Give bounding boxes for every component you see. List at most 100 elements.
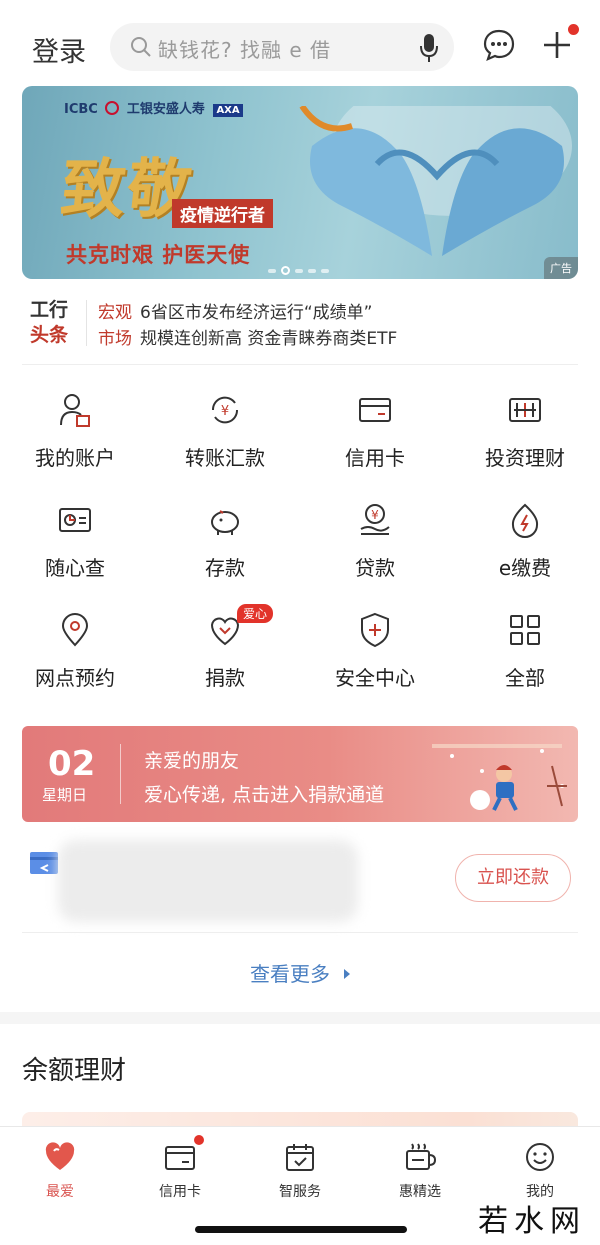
carousel-dot <box>268 268 276 273</box>
grid-item-label: 网点预约 <box>35 666 115 690</box>
calendar-icon <box>286 1144 314 1171</box>
grid-item-label: 安全中心 <box>335 666 415 690</box>
smile-icon <box>526 1143 554 1171</box>
search-placeholder: 缺钱花? 找融 e 借 <box>158 38 331 62</box>
card-icon <box>165 1146 195 1170</box>
grid-item-label: e缴费 <box>498 556 552 580</box>
grid-item-label: 贷款 <box>355 556 395 580</box>
nav-label: 惠精选 <box>399 1184 441 1200</box>
microphone-icon[interactable] <box>418 32 440 64</box>
carousel-dot-active <box>281 266 290 275</box>
charity-subtitle: 爱心传递, 点击进入捐款通道 <box>144 784 385 806</box>
grid-item-donation[interactable]: 爱心 捐款 <box>150 604 300 710</box>
heart-hands-illustration <box>299 106 572 256</box>
grid-item-label: 投资理财 <box>485 446 565 470</box>
grid-item-my-account[interactable]: 我的账户 <box>0 390 150 490</box>
news-brand-line2: 头条 <box>30 324 69 346</box>
view-more-link[interactable]: 查看更多 <box>0 958 600 987</box>
grid-item-label: 信用卡 <box>345 446 405 470</box>
svg-text:¥: ¥ <box>371 508 379 522</box>
carousel-dot <box>321 268 329 273</box>
wealth-card-preview[interactable] <box>22 1112 578 1126</box>
repay-now-button[interactable]: 立即还款 <box>455 854 571 902</box>
icbc-logo-icon <box>105 101 120 115</box>
nav-label: 最爱 <box>46 1184 74 1200</box>
notification-dot <box>568 24 579 35</box>
grid-item-transfer[interactable]: ¥ 转账汇款 <box>150 390 300 490</box>
credit-card-row: 立即还款 <box>0 836 600 928</box>
news-headline: 6省区市发布经济运行“成绩单” <box>140 303 373 323</box>
grid-item-deposit[interactable]: 存款 <box>150 500 300 600</box>
grid-item-label: 转账汇款 <box>185 446 265 470</box>
top-bar: 登录 缺钱花? 找融 e 借 <box>0 18 600 78</box>
view-more-label: 查看更多 <box>250 962 330 986</box>
credit-card-icon <box>359 398 391 422</box>
charity-divider <box>120 744 121 804</box>
carousel-indicator <box>268 260 334 279</box>
grid-item-loan[interactable]: ¥ 贷款 <box>300 500 450 600</box>
charity-card[interactable]: 02 星期日 亲爱的朋友 爱心传递, 点击进入捐款通道 <box>22 726 578 822</box>
grid-item-branch-booking[interactable]: 网点预约 <box>0 610 150 710</box>
carousel-dot <box>308 268 316 273</box>
search-bar[interactable]: 缺钱花? 找融 e 借 <box>110 23 454 71</box>
message-icon[interactable] <box>482 28 516 62</box>
transfer-icon: ¥ <box>211 396 239 424</box>
grid-item-e-payment[interactable]: e缴费 <box>450 500 600 600</box>
nav-item-mine[interactable]: 我的 <box>480 1135 600 1205</box>
grid-item-query[interactable]: 随心查 <box>0 500 150 600</box>
divider <box>22 364 578 365</box>
axa-logo: AXA <box>213 104 243 117</box>
banner-logos: ICBC 工银安盛人寿 AXA <box>64 98 243 117</box>
ad-label: 广告 <box>544 257 578 279</box>
love-badge: 爱心 <box>237 604 274 623</box>
account-icon <box>60 394 90 427</box>
carousel-dot <box>295 268 303 273</box>
charity-title: 亲爱的朋友 <box>144 750 240 772</box>
charity-day: 02 <box>48 744 96 784</box>
grid-item-credit-card[interactable]: 信用卡 <box>300 390 450 490</box>
news-brand: 工行 头条 <box>30 298 68 348</box>
nav-notification-dot <box>194 1135 204 1145</box>
promo-banner[interactable]: ICBC 工银安盛人寿 AXA 致敬 疫情逆行者 共克时艰 护医天使 广告 <box>22 86 578 279</box>
grid-item-label: 存款 <box>205 556 245 580</box>
nav-item-deals[interactable]: 惠精选 <box>360 1135 480 1205</box>
nav-label: 智服务 <box>279 1184 321 1200</box>
shield-icon <box>361 612 389 648</box>
add-icon[interactable] <box>542 30 572 60</box>
login-button[interactable]: 登录 <box>32 30 86 69</box>
heart-icon <box>45 1142 75 1170</box>
location-icon <box>61 613 89 647</box>
chevron-right-icon <box>344 969 350 979</box>
news-item[interactable]: 市场 规模连创新高 资金青睐券商类ETF <box>98 324 397 349</box>
nav-item-smart-service[interactable]: 智服务 <box>240 1135 360 1205</box>
watermark: 若水网 <box>478 1204 586 1239</box>
query-icon <box>59 508 91 532</box>
all-apps-icon <box>510 615 540 645</box>
coupon-icon <box>406 1143 436 1170</box>
partner-logo-text: 工银安盛人寿 <box>126 102 205 117</box>
card-payment-icon <box>30 852 58 874</box>
nav-item-credit-card[interactable]: 信用卡 <box>120 1135 240 1205</box>
piggy-bank-icon <box>211 510 239 535</box>
grid-item-label: 我的账户 <box>35 446 115 470</box>
news-divider <box>86 300 87 346</box>
divider <box>22 932 578 933</box>
news-headline: 规模连创新高 资金青睐券商类ETF <box>140 329 398 349</box>
snowball-kid-illustration <box>432 744 567 811</box>
grid-item-investment[interactable]: 投资理财 <box>450 390 600 490</box>
news-ticker[interactable]: 工行 头条 宏观 6省区市发布经济运行“成绩单” 市场 规模连创新高 资金青睐券商类… <box>0 296 600 352</box>
news-item[interactable]: 宏观 6省区市发布经济运行“成绩单” <box>98 298 372 323</box>
loan-icon: ¥ <box>360 504 390 535</box>
nav-item-favorites[interactable]: 最爱 <box>0 1135 120 1205</box>
grid-item-security-center[interactable]: 安全中心 <box>300 610 450 710</box>
investment-icon <box>509 398 541 422</box>
home-indicator[interactable] <box>195 1226 407 1233</box>
icbc-logo-text: ICBC <box>64 102 98 117</box>
news-category: 市场 <box>98 329 132 349</box>
section-gap <box>0 1012 600 1024</box>
grid-item-label: 随心查 <box>45 556 105 580</box>
news-category: 宏观 <box>98 303 132 323</box>
payment-icon <box>511 503 539 538</box>
grid-item-all[interactable]: 全部 <box>450 610 600 710</box>
news-brand-line1: 工行 <box>30 299 69 321</box>
